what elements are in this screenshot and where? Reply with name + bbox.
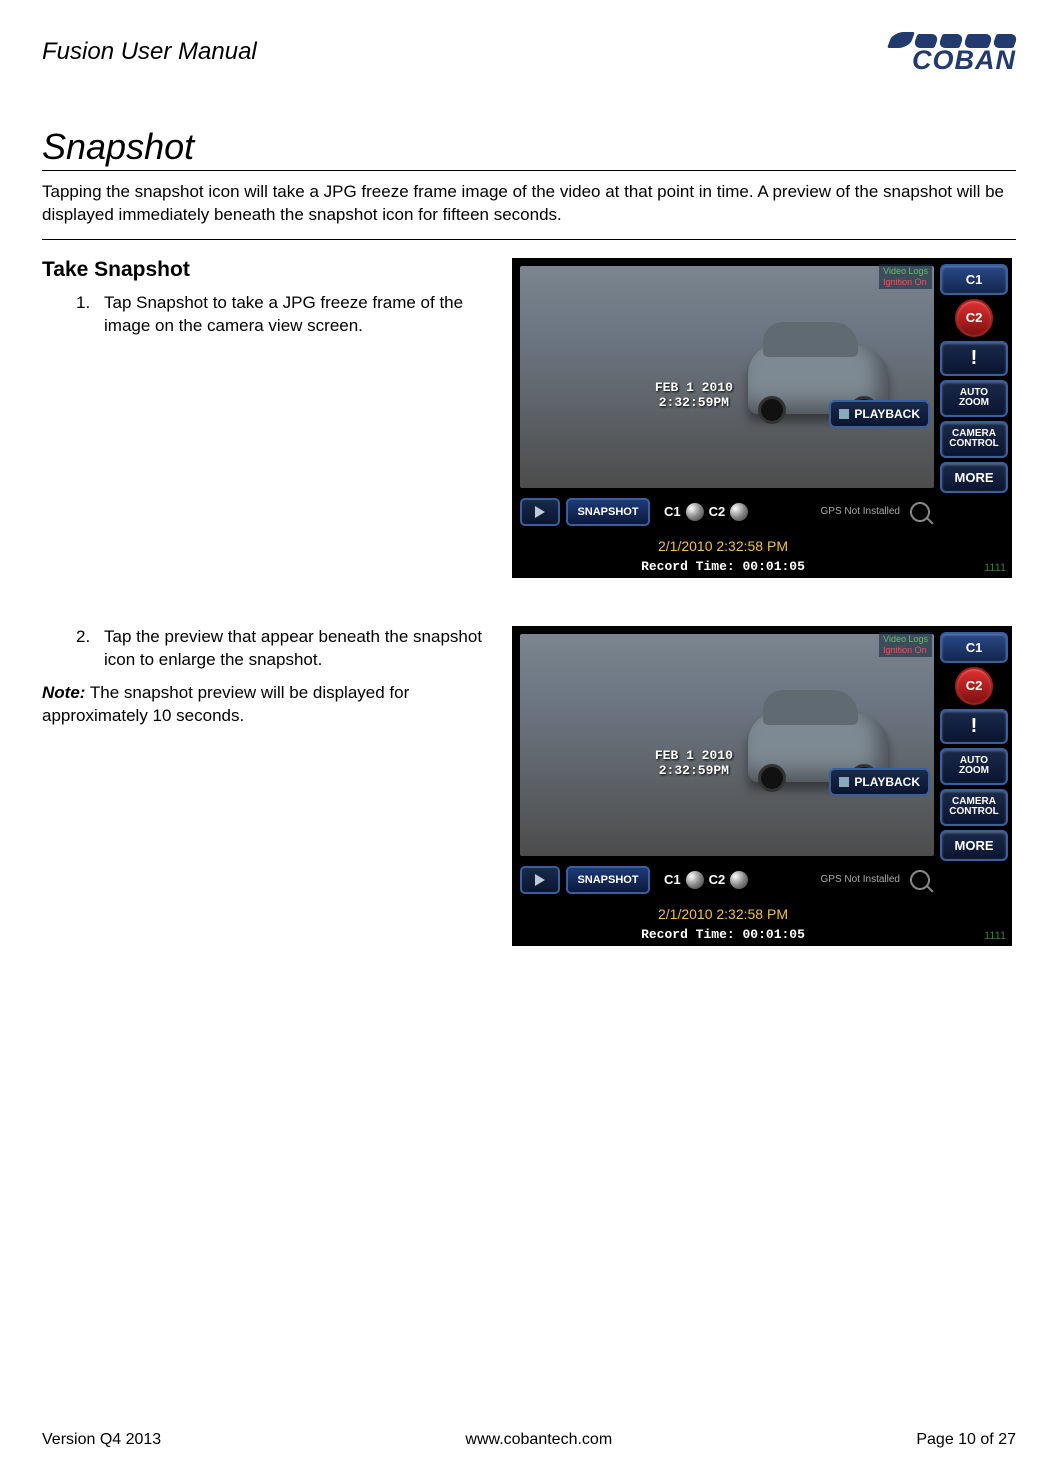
stop-icon	[839, 777, 849, 787]
step-text: Tap the preview that appear beneath the …	[104, 626, 492, 672]
camera-control-button[interactable]: CAMERA CONTROL	[940, 421, 1008, 458]
footer-page: Page 10 of 27	[916, 1431, 1016, 1449]
content-row-2: 2. Tap the preview that appear beneath t…	[42, 626, 1016, 946]
auto-zoom-button[interactable]: AUTO ZOOM	[940, 748, 1008, 785]
right-button-column: C1 C2 ! AUTO ZOOM CAMERA CONTROL MORE	[940, 264, 1008, 493]
magnifier-icon[interactable]	[910, 870, 930, 890]
dot-icon	[730, 871, 748, 889]
auto-zoom-button[interactable]: AUTO ZOOM	[940, 380, 1008, 417]
c1-button[interactable]: C1	[940, 632, 1008, 663]
control-bar: SNAPSHOT C1 C2 GPS Not Installed	[520, 492, 934, 532]
step-number: 2.	[76, 626, 104, 672]
camera-indicators: C1 C2	[664, 503, 748, 521]
more-button[interactable]: MORE	[940, 830, 1008, 861]
note-text: The snapshot preview will be displayed f…	[42, 683, 409, 725]
more-button[interactable]: MORE	[940, 462, 1008, 493]
alert-button[interactable]: !	[940, 341, 1008, 376]
footer-version: Version Q4 2013	[42, 1431, 161, 1449]
play-icon	[535, 874, 545, 886]
record-time-display: Record Time: 00:01:05	[512, 559, 934, 574]
page-footer: Version Q4 2013 www.cobantech.com Page 1…	[42, 1431, 1016, 1449]
play-button[interactable]	[520, 498, 560, 526]
overlay-timestamp: FEB 1 2010 2:32:59PM	[655, 381, 733, 410]
camera-view: FEB 1 2010 2:32:59PM	[520, 634, 934, 856]
play-button[interactable]	[520, 866, 560, 894]
logo-graphic-icon	[890, 28, 1016, 48]
alert-button[interactable]: !	[940, 709, 1008, 744]
content-row-1: Take Snapshot 1. Tap Snapshot to take a …	[42, 258, 1016, 578]
note-label: Note:	[42, 683, 85, 702]
datetime-display: 2/1/2010 2:32:58 PM	[512, 538, 934, 554]
play-icon	[535, 506, 545, 518]
section-intro: Tapping the snapshot icon will take a JP…	[42, 181, 1016, 240]
gps-status: GPS Not Installed	[821, 874, 900, 885]
status-corner: Video Logs Ignition On	[879, 632, 932, 658]
datetime-display: 2/1/2010 2:32:58 PM	[512, 906, 934, 922]
c2-button[interactable]: C2	[955, 667, 993, 705]
right-button-column: C1 C2 ! AUTO ZOOM CAMERA CONTROL MORE	[940, 632, 1008, 861]
camera-view: FEB 1 2010 2:32:59PM	[520, 266, 934, 488]
c2-button[interactable]: C2	[955, 299, 993, 337]
dot-icon	[686, 503, 704, 521]
gps-status: GPS Not Installed	[821, 506, 900, 517]
footer-url: www.cobantech.com	[465, 1431, 612, 1449]
screenshot-2: FEB 1 2010 2:32:59PM Video Logs Ignition…	[512, 626, 1012, 946]
record-time-display: Record Time: 00:01:05	[512, 927, 934, 942]
snapshot-button[interactable]: SNAPSHOT	[566, 866, 650, 894]
user-number: 1111	[984, 930, 1006, 942]
logo-text: COBAN	[912, 45, 1016, 76]
overlay-timestamp: FEB 1 2010 2:32:59PM	[655, 749, 733, 778]
step-2: 2. Tap the preview that appear beneath t…	[76, 626, 492, 672]
page-header: Fusion User Manual COBAN	[42, 28, 1016, 76]
section-title: Snapshot	[42, 126, 1016, 171]
playback-button[interactable]: PLAYBACK	[829, 768, 930, 796]
step-text: Tap Snapshot to take a JPG freeze frame …	[104, 292, 492, 338]
snapshot-button[interactable]: SNAPSHOT	[566, 498, 650, 526]
sub-title: Take Snapshot	[42, 258, 492, 282]
note: Note: The snapshot preview will be displ…	[42, 682, 492, 728]
magnifier-icon[interactable]	[910, 502, 930, 522]
c1-button[interactable]: C1	[940, 264, 1008, 295]
dot-icon	[686, 871, 704, 889]
playback-button[interactable]: PLAYBACK	[829, 400, 930, 428]
status-corner: Video Logs Ignition On	[879, 264, 932, 290]
camera-indicators: C1 C2	[664, 871, 748, 889]
doc-title: Fusion User Manual	[42, 38, 257, 66]
brand-logo: COBAN	[836, 28, 1016, 76]
step-1: 1. Tap Snapshot to take a JPG freeze fra…	[76, 292, 492, 338]
camera-control-button[interactable]: CAMERA CONTROL	[940, 789, 1008, 826]
step-number: 1.	[76, 292, 104, 338]
stop-icon	[839, 409, 849, 419]
dot-icon	[730, 503, 748, 521]
control-bar: SNAPSHOT C1 C2 GPS Not Installed	[520, 860, 934, 900]
screenshot-1: FEB 1 2010 2:32:59PM Video Logs Ignition…	[512, 258, 1012, 578]
user-number: 1111	[984, 562, 1006, 574]
